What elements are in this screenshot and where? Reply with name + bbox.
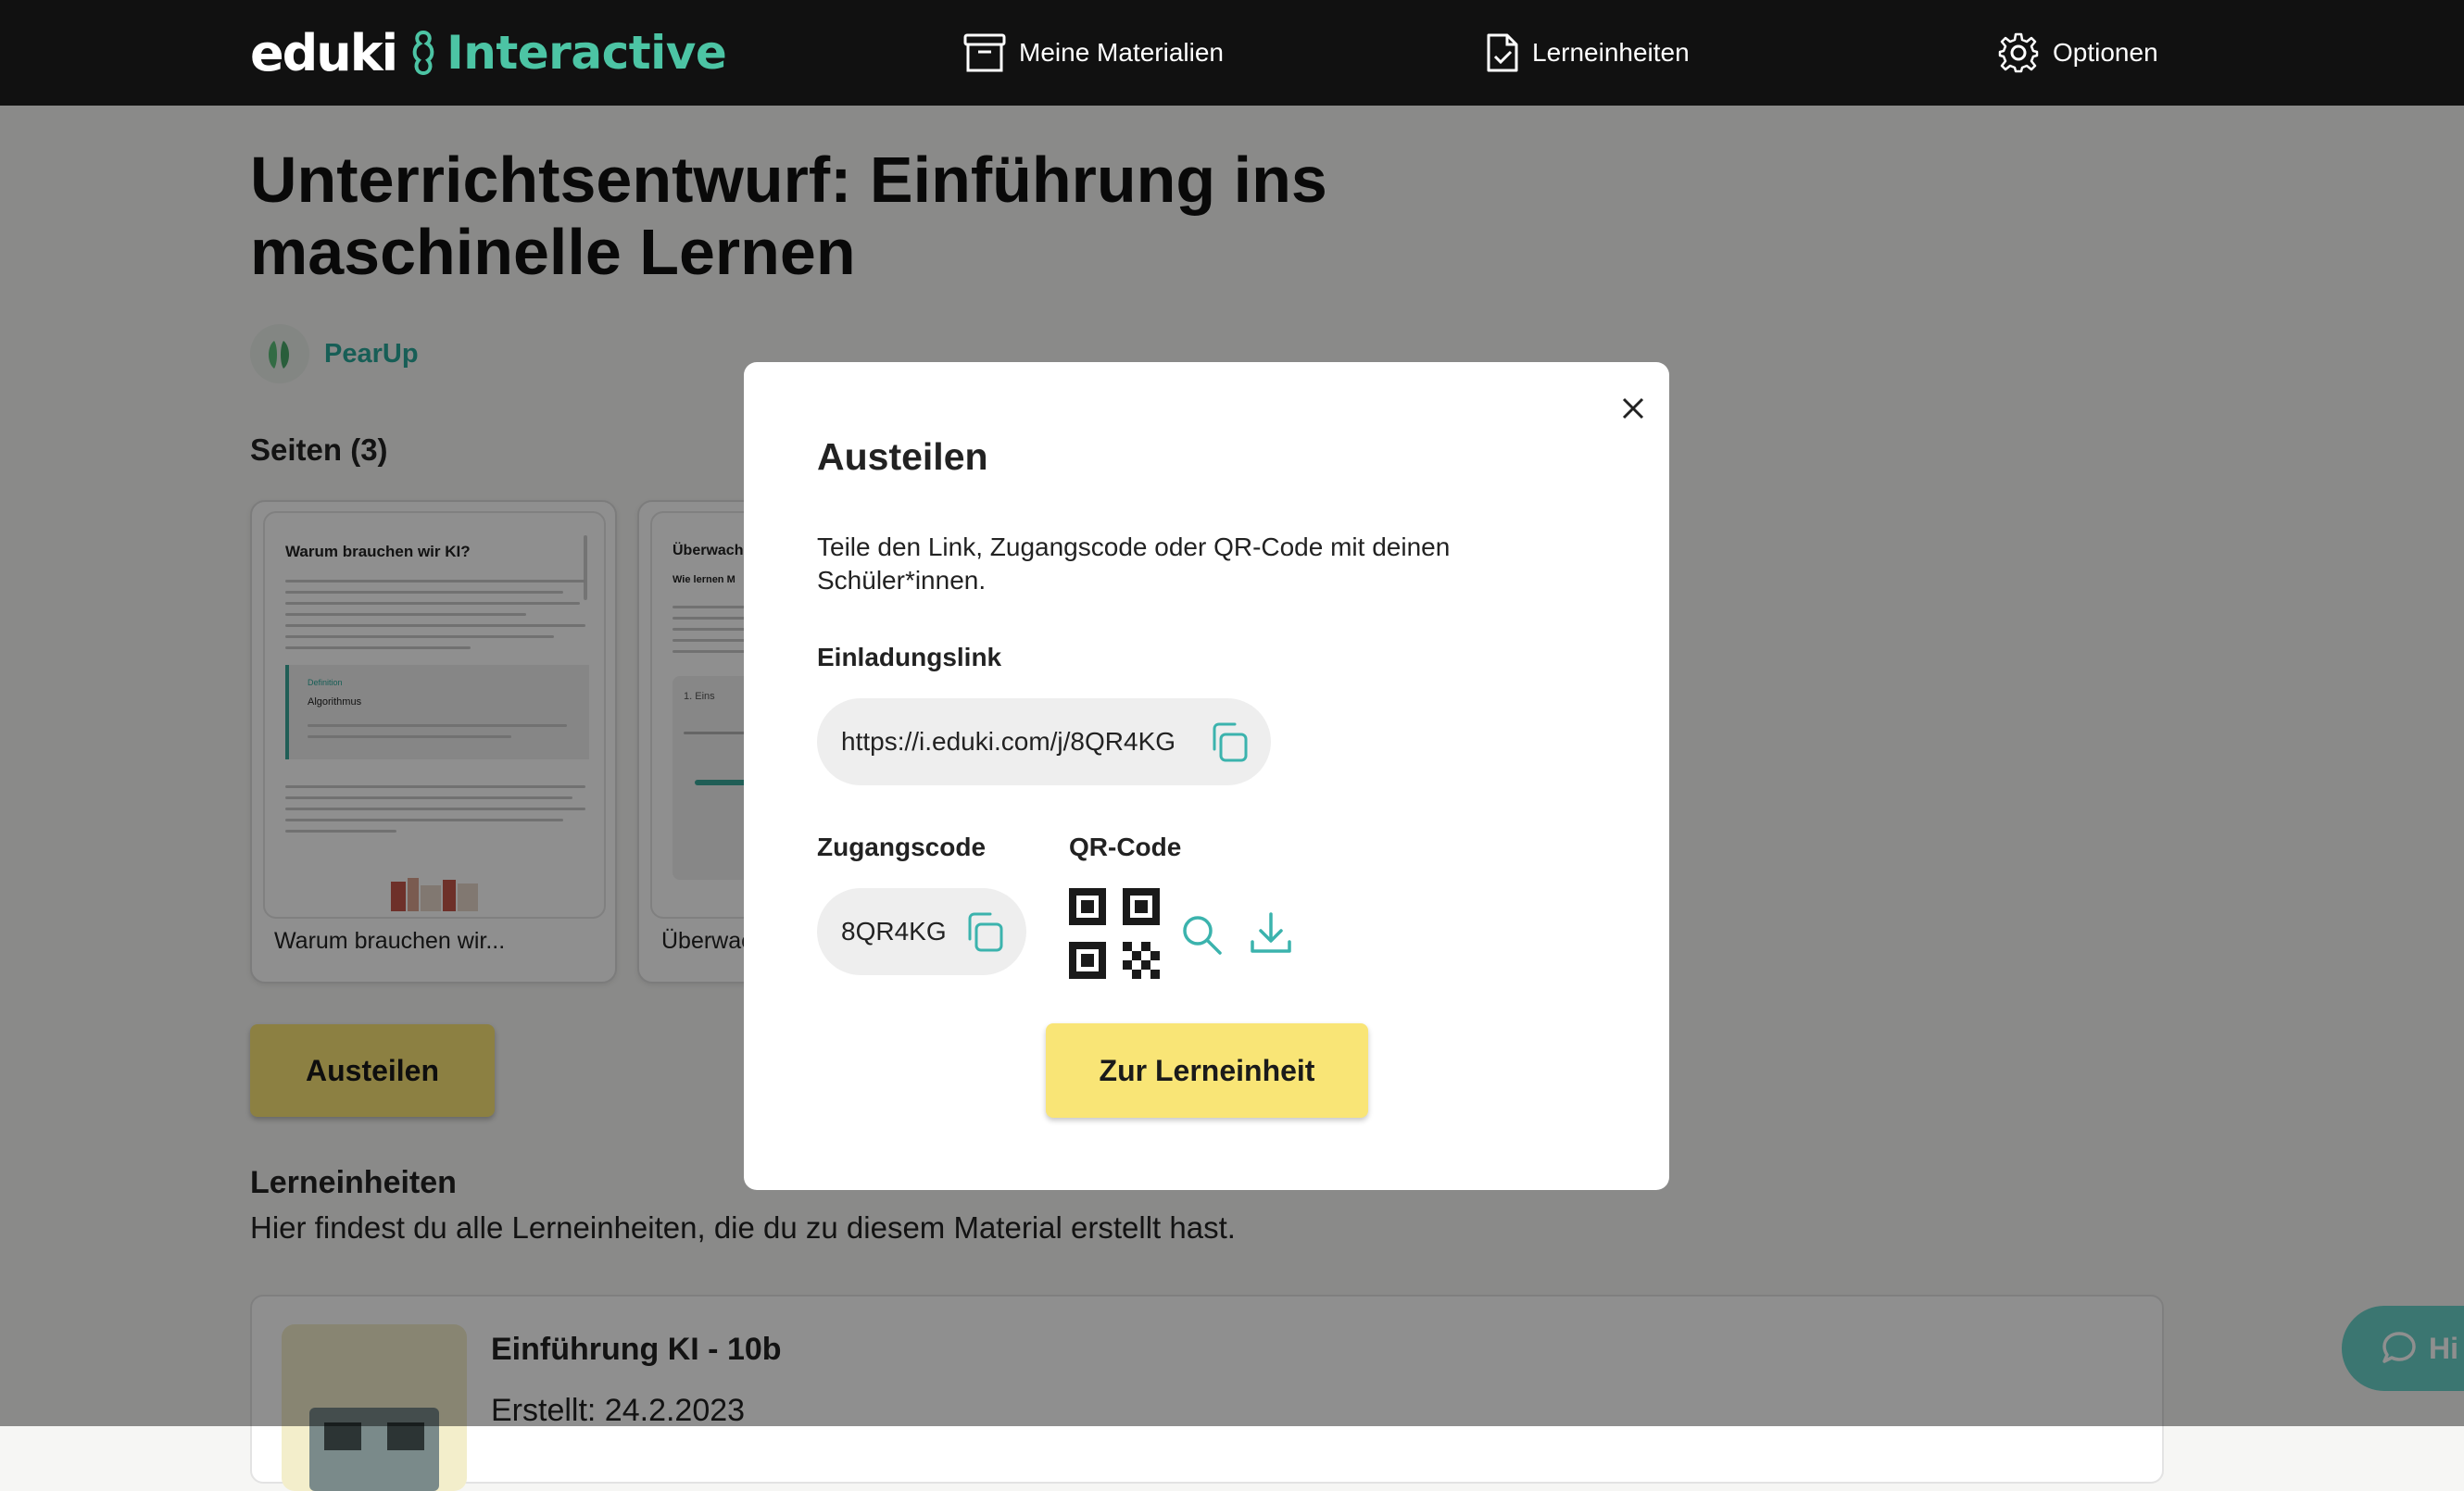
nav-lerneinheiten[interactable]: Lerneinheiten bbox=[1486, 31, 1690, 74]
hand-mark-icon bbox=[409, 29, 437, 77]
copy-link-button[interactable] bbox=[1206, 720, 1251, 765]
access-code-field[interactable]: 8QR4KG bbox=[817, 888, 1026, 975]
document-check-icon bbox=[1487, 33, 1518, 72]
eduki-interactive-logo[interactable]: eduki Interactive bbox=[250, 20, 727, 85]
nav-label: Meine Materialien bbox=[1019, 38, 1224, 67]
close-icon bbox=[1622, 397, 1644, 420]
download-icon[interactable] bbox=[1248, 910, 1294, 957]
copy-icon bbox=[1213, 722, 1248, 762]
copy-code-button[interactable] bbox=[962, 910, 1006, 955]
invite-link-value: https://i.eduki.com/j/8QR4KG bbox=[841, 727, 1176, 756]
top-navigation-bar: eduki Interactive Meine Materialien Lern… bbox=[0, 0, 2464, 106]
share-dialog: Austeilen Teile den Link, Zugangscode od… bbox=[744, 362, 1669, 1190]
access-code-value: 8QR4KG bbox=[841, 917, 947, 946]
dialog-title: Austeilen bbox=[817, 435, 988, 478]
invite-link-label: Einladungslink bbox=[817, 643, 1002, 671]
access-code-label: Zugangscode bbox=[817, 833, 987, 861]
qr-code-label: QR-Code bbox=[1069, 833, 1182, 861]
nav-label: Lerneinheiten bbox=[1532, 38, 1690, 67]
qr-code-image[interactable] bbox=[1069, 888, 1160, 979]
logo-eduki-text: eduki bbox=[250, 23, 398, 82]
dialog-description: Teile den Link, Zugangscode oder QR-Code… bbox=[817, 532, 1451, 595]
invite-link-field[interactable]: https://i.eduki.com/j/8QR4KG bbox=[817, 698, 1271, 785]
nav-optionen[interactable]: Optionen bbox=[1997, 31, 2158, 74]
close-button[interactable] bbox=[1611, 386, 1655, 431]
copy-icon bbox=[968, 912, 1003, 952]
go-to-lerneinheit-button[interactable]: Zur Lerneinheit bbox=[1046, 1023, 1368, 1118]
search-icon[interactable] bbox=[1179, 912, 1224, 957]
archive-box-icon bbox=[963, 33, 1006, 72]
nav-meine-materialien[interactable]: Meine Materialien bbox=[963, 31, 1224, 74]
gear-icon bbox=[1998, 32, 2039, 73]
logo-interactive-text: Interactive bbox=[446, 26, 727, 80]
nav-label: Optionen bbox=[2053, 38, 2158, 67]
